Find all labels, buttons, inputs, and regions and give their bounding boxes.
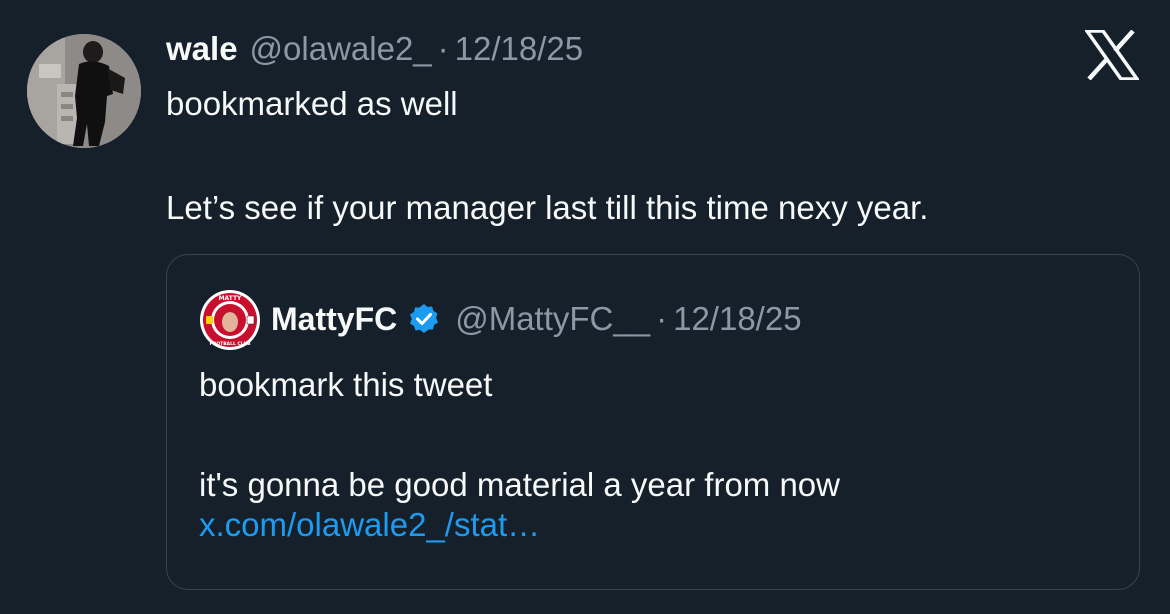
quoted-date[interactable]: 12/18/25 xyxy=(673,300,801,338)
tweet-card: wale @olawale2_ · 12/18/25 bookmarked as… xyxy=(0,0,1170,614)
avatar[interactable] xyxy=(27,34,141,148)
tweet-header: wale @olawale2_ · 12/18/25 xyxy=(166,30,583,74)
quoted-author-handle[interactable]: @MattyFC__ xyxy=(455,300,650,338)
quoted-text-line: it's gonna be good material a year from … xyxy=(199,466,840,503)
quoted-avatar[interactable]: MATTY FOOTBALL CLUB xyxy=(199,289,261,351)
quoted-link[interactable]: x.com/olawale2_/stat… xyxy=(199,505,840,545)
tweet-date[interactable]: 12/18/25 xyxy=(455,30,583,68)
tweet-text-line: bookmarked as well xyxy=(166,85,458,122)
tweet-text-line: Let’s see if your manager last till this… xyxy=(166,189,929,226)
quoted-author-name[interactable]: MattyFC xyxy=(271,301,397,338)
logo-text-bottom: FOOTBALL CLUB xyxy=(209,341,251,347)
quoted-header: MattyFC @MattyFC__ · 12/18/25 xyxy=(271,299,802,339)
author-name[interactable]: wale xyxy=(166,30,238,68)
quoted-text-line: bookmark this tweet xyxy=(199,366,493,403)
tweet-text: bookmarked as well Let’s see if your man… xyxy=(166,84,928,228)
x-logo-icon xyxy=(1083,29,1141,81)
quoted-tweet[interactable]: MATTY FOOTBALL CLUB MattyFC @MattyFC__ ·… xyxy=(166,254,1140,590)
quoted-text: bookmark this tweet it's gonna be good m… xyxy=(199,365,840,545)
logo-text-top: MATTY xyxy=(219,295,242,302)
separator-dot: · xyxy=(437,30,449,67)
verified-badge-icon xyxy=(407,302,441,336)
author-handle[interactable]: @olawale2_ xyxy=(250,30,432,68)
separator-dot: · xyxy=(656,300,668,337)
